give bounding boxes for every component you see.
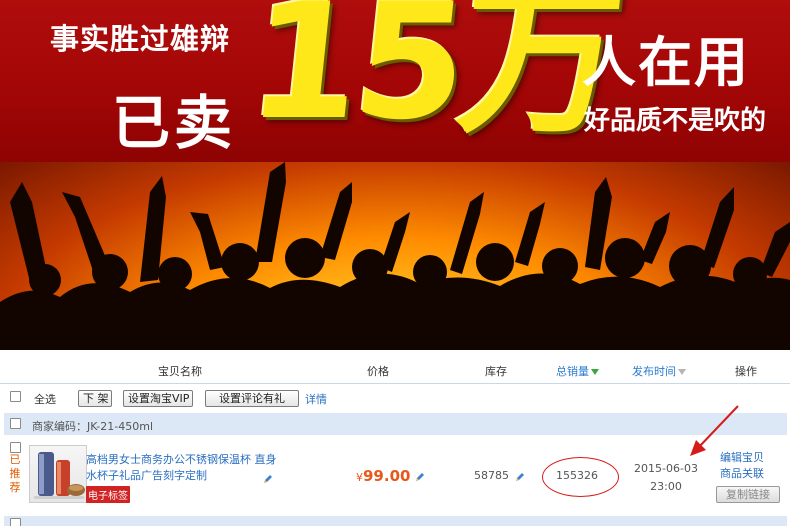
set-vip-button[interactable]: 设置淘宝VIP <box>123 390 193 407</box>
banner-users-label: 人在用 <box>582 31 750 94</box>
next-row-checkbox[interactable] <box>10 518 21 526</box>
product-title-line2: 水杯子礼品广告刻字定制 <box>86 469 207 482</box>
product-title-link[interactable]: 高档男女士商务办公不锈钢保温杯 直身 水杯子礼品广告刻字定制 <box>86 452 282 484</box>
banner-sales-number: 15万 <box>240 0 625 155</box>
header-price: 价格 <box>367 365 389 378</box>
price-currency: ¥ <box>356 471 363 484</box>
sort-desc-icon <box>591 369 599 375</box>
publish-date: 2015-06-03 <box>634 462 698 475</box>
next-group-row <box>4 516 787 526</box>
header-publish-time[interactable]: 发布时间 <box>632 363 686 379</box>
edit-title-pencil-icon[interactable] <box>262 473 274 485</box>
publish-time: 23:00 <box>650 480 682 493</box>
set-review-gift-button[interactable]: 设置评论有礼 <box>205 390 299 407</box>
product-price: ¥99.00 <box>356 467 410 485</box>
header-publish-time-label: 发布时间 <box>632 365 676 378</box>
details-link[interactable]: 详情 <box>305 391 327 407</box>
header-total-sales[interactable]: 总销量 <box>556 363 599 379</box>
table-header: 宝贝名称 价格 库存 总销量 发布时间 操作 <box>0 354 790 384</box>
publish-datetime: 2015-06-03 23:00 <box>633 460 699 496</box>
edit-stock-pencil-icon[interactable] <box>514 471 526 483</box>
group-checkbox[interactable] <box>10 418 21 429</box>
related-products-link[interactable]: 商品关联 <box>720 465 764 481</box>
header-operations: 操作 <box>735 365 757 378</box>
promo-banner: 事实胜过雄辩 已卖 15万 人在用 好品质不是吹的 <box>0 0 790 162</box>
edit-price-pencil-icon[interactable] <box>414 471 426 483</box>
delist-button[interactable]: 下 架 <box>78 390 112 407</box>
select-all-label: 全选 <box>34 393 56 406</box>
banner-headline: 事实胜过雄辩 <box>50 22 231 56</box>
product-table: 宝贝名称 价格 库存 总销量 发布时间 操作 全选 下 架 设置淘宝VIP 设置… <box>0 350 790 526</box>
stock-count: 58785 <box>474 469 509 482</box>
merchant-code: 商家编码：JK-21-450ml <box>32 420 154 433</box>
select-all-checkbox[interactable] <box>10 391 21 402</box>
merchant-group-row: 商家编码：JK-21-450ml <box>4 413 787 435</box>
concert-crowd-image <box>0 162 790 350</box>
product-thumbnail[interactable] <box>29 445 87 503</box>
sort-icon <box>678 369 686 375</box>
copy-link-button[interactable]: 复制链接 <box>716 486 780 503</box>
header-stock: 库存 <box>485 365 507 378</box>
banner-tagline: 好品质不是吹的 <box>584 106 767 136</box>
row-checkbox[interactable] <box>10 442 21 453</box>
header-product-name: 宝贝名称 <box>158 365 202 378</box>
price-value: 99.00 <box>363 467 411 485</box>
batch-toolbar: 全选 下 架 设置淘宝VIP 设置评论有礼 详情 <box>0 385 790 413</box>
header-total-sales-label: 总销量 <box>556 365 589 378</box>
e-label-badge: 电子标签 <box>86 486 130 503</box>
product-title-line1: 高档男女士商务办公不锈钢保温杯 直身 <box>86 453 277 466</box>
recommended-label: 已推荐 <box>9 453 21 494</box>
table-row: 已推荐 高档男女士商务办公不锈钢保温杯 直身 水杯子礼品广告刻字定制 电子标签 … <box>4 435 787 515</box>
annotation-arrow-icon <box>690 405 739 456</box>
banner-sold-label: 已卖 <box>112 89 237 157</box>
thermos-cup-icon <box>34 452 85 499</box>
total-sales-count: 155326 <box>556 469 598 482</box>
